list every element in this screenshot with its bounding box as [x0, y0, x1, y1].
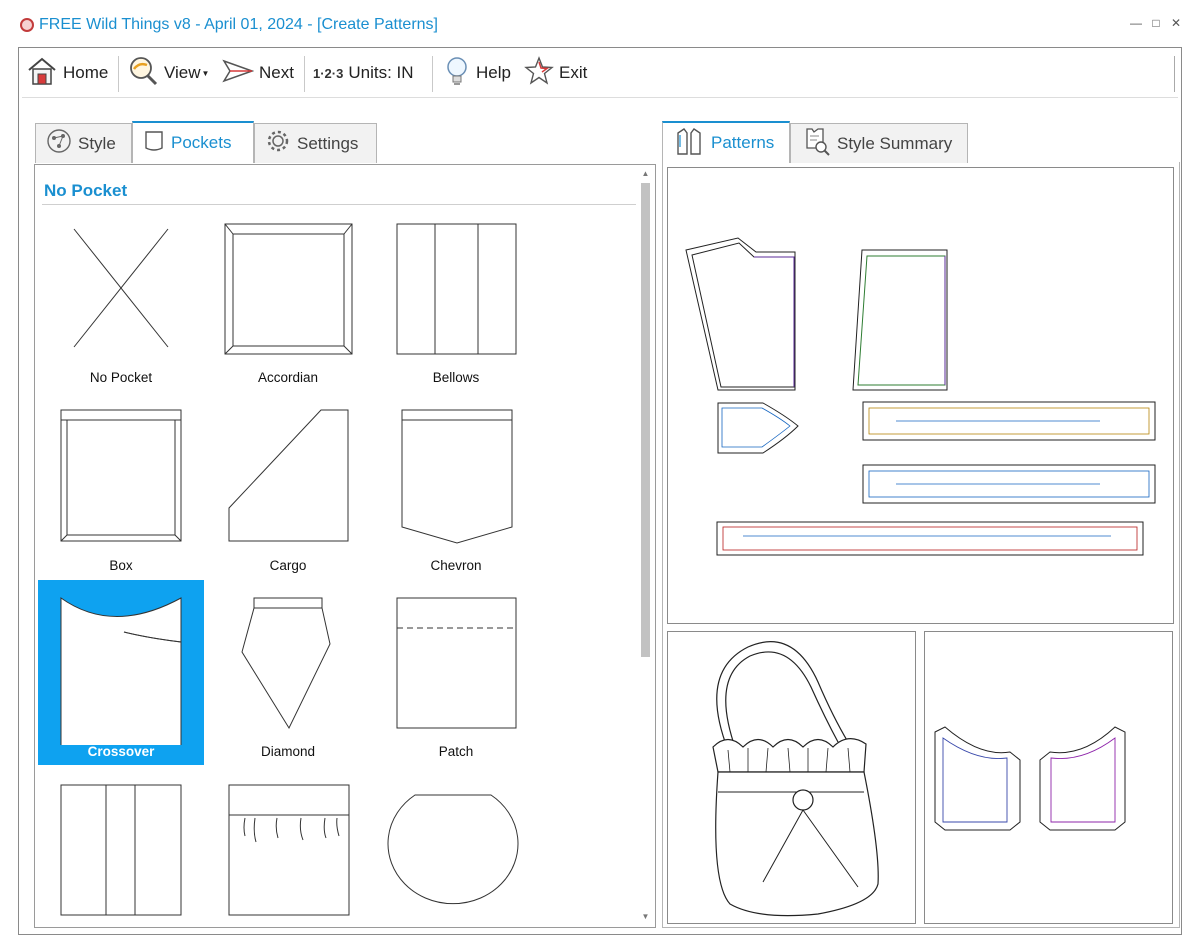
pocket-option-diamond[interactable]: Diamond — [205, 580, 371, 765]
paper-plane-icon — [222, 57, 255, 90]
pocket-label: Diamond — [260, 744, 316, 759]
style-summary-icon — [801, 126, 831, 161]
tab-settings-label: Settings — [297, 133, 359, 153]
pocket-option-crossover[interactable]: Crossover — [38, 580, 204, 765]
patterns-icon — [673, 125, 705, 162]
app-icon — [20, 18, 34, 32]
help-button[interactable]: Help — [443, 52, 511, 94]
close-button[interactable]: ✕ — [1168, 16, 1184, 30]
pocket-option-box[interactable]: Box — [38, 395, 204, 580]
tab-style-summary-label: Style Summary — [837, 133, 953, 153]
pocket-option[interactable] — [373, 766, 539, 924]
pocket-option-cargo[interactable]: Cargo — [205, 395, 371, 580]
window-title: FREE Wild Things v8 - April 01, 2024 - [… — [39, 16, 438, 33]
next-button[interactable]: Next — [222, 52, 294, 94]
scroll-up-arrow[interactable]: ▲ — [638, 169, 653, 178]
star-icon — [524, 55, 554, 91]
tab-patterns-label: Patterns — [711, 133, 775, 152]
units-button[interactable]: 1·2·3 Units: IN — [313, 52, 414, 94]
home-icon — [26, 55, 58, 92]
exit-label: Exit — [559, 63, 588, 82]
toolbar-end-separator — [1174, 56, 1175, 92]
pocket-option-bellows[interactable]: Bellows — [373, 207, 539, 392]
gear-icon — [265, 128, 291, 159]
style-illustration-preview[interactable] — [667, 631, 916, 924]
pocket-label: Crossover — [87, 744, 155, 759]
minimize-button[interactable]: — — [1128, 16, 1144, 30]
pocket-label: No Pocket — [89, 370, 153, 385]
section-divider — [42, 204, 636, 205]
home-button[interactable]: Home — [26, 52, 108, 94]
pocket-option-chevron[interactable]: Chevron — [373, 395, 539, 580]
pocket-option-accordian[interactable]: Accordian — [205, 207, 371, 392]
view-label: View — [164, 63, 201, 82]
pattern-layout-preview[interactable] — [667, 167, 1174, 624]
pocket-icon — [143, 129, 165, 158]
lightbulb-icon — [443, 55, 471, 92]
section-title: No Pocket — [44, 181, 128, 200]
chevron-down-icon: ▼ — [201, 68, 210, 78]
help-label: Help — [476, 63, 511, 82]
units-icon: 1·2·3 — [313, 65, 344, 81]
pocket-option-patch[interactable]: Patch — [373, 580, 539, 765]
pocket-label: Bellows — [432, 370, 480, 385]
pocket-pattern-preview[interactable] — [924, 631, 1173, 924]
pocket-option[interactable] — [38, 766, 204, 924]
tab-pockets[interactable]: Pockets — [132, 121, 254, 163]
magnifier-icon — [127, 55, 159, 92]
style-icon — [46, 128, 72, 159]
exit-button[interactable]: Exit — [524, 52, 587, 94]
pocket-option-no-pocket[interactable]: No Pocket — [38, 207, 204, 392]
tab-patterns[interactable]: Patterns — [662, 121, 790, 163]
tab-style-label: Style — [78, 133, 116, 153]
pocket-label: Accordian — [257, 370, 319, 385]
toolbar-separator — [118, 56, 119, 92]
view-button[interactable]: View ▼ — [127, 52, 209, 94]
toolbar-separator — [432, 56, 433, 92]
tab-style-summary[interactable]: Style Summary — [790, 123, 968, 163]
pocket-label: Cargo — [269, 558, 307, 573]
tab-pockets-label: Pockets — [171, 133, 232, 152]
home-label: Home — [63, 63, 109, 82]
tab-settings[interactable]: Settings — [254, 123, 377, 163]
next-label: Next — [259, 63, 294, 82]
scroll-down-arrow[interactable]: ▼ — [638, 912, 653, 921]
scrollbar-thumb[interactable] — [641, 183, 650, 657]
pocket-option[interactable] — [205, 766, 371, 924]
toolbar-separator — [304, 56, 305, 92]
pocket-label: Patch — [438, 744, 474, 759]
maximize-button[interactable]: □ — [1148, 16, 1164, 30]
units-label: Units: IN — [348, 63, 414, 82]
pocket-label: Box — [109, 558, 133, 573]
pocket-label: Chevron — [430, 558, 482, 573]
tab-style[interactable]: Style — [35, 123, 132, 163]
